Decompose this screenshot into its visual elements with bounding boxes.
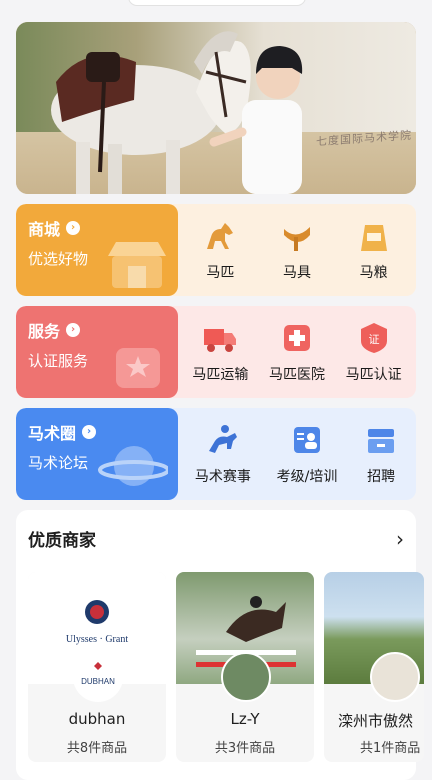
feed-bag-icon	[356, 218, 392, 254]
training-icon	[289, 422, 325, 458]
badge-icon	[116, 348, 160, 388]
banner-scene	[51, 31, 303, 194]
category-label: 马粮	[359, 265, 388, 281]
service-title: 服务	[28, 322, 61, 341]
recruit-icon	[363, 422, 399, 458]
merchants-header: 优质商家 ›	[28, 526, 404, 552]
category-tack[interactable]: 马具	[279, 218, 315, 282]
merchant-product-count: 共8件商品	[66, 741, 128, 756]
shop-subtitle: 优选好物	[28, 250, 89, 268]
merchant-name: Lz-Y	[230, 710, 260, 728]
featured-merchants: 优质商家 › Ulysses · Grant DUBHAN dubhan 共8件…	[16, 510, 424, 780]
shop-card[interactable]: 商城 › 优选好物	[16, 204, 178, 296]
forum-recruit[interactable]: 招聘	[363, 422, 399, 486]
forum-training[interactable]: 考级/培训	[276, 422, 338, 486]
chevron-right-icon: ›	[82, 425, 97, 439]
merchant-card[interactable]: Ulysses · Grant DUBHAN dubhan 共8件商品	[28, 572, 166, 762]
shop-title: 商城	[28, 220, 61, 239]
service-label: 马匹认证	[345, 367, 402, 383]
search-bar-edge[interactable]	[128, 0, 306, 6]
forum-label: 马术赛事	[194, 469, 251, 485]
merchant-logo-text: DUBHAN	[81, 677, 115, 686]
forum-label: 考级/培训	[276, 469, 338, 485]
store-icon	[108, 242, 166, 288]
horse-icon	[202, 218, 238, 254]
service-card[interactable]: 服务 › 认证服务	[16, 306, 178, 398]
forum-section: 马术圈 › 马术论坛 马术赛事 考级/培训 招聘	[16, 408, 416, 500]
chevron-right-icon[interactable]: ›	[396, 527, 404, 551]
shop-items: 马匹 马具 马粮	[178, 204, 416, 296]
category-feed[interactable]: 马粮	[356, 218, 392, 282]
category-label: 马具	[282, 265, 311, 281]
forum-items: 马术赛事 考级/培训 招聘	[178, 408, 416, 500]
truck-icon	[202, 320, 238, 356]
hospital-icon	[279, 320, 315, 356]
service-items: 马匹运输 马匹医院 证 马匹认证	[178, 306, 416, 398]
svg-text:证: 证	[368, 333, 379, 346]
merchants-title: 优质商家	[28, 531, 96, 551]
merchant-avatar	[370, 652, 420, 702]
category-label: 马匹	[206, 265, 235, 281]
forum-card[interactable]: 马术圈 › 马术论坛	[16, 408, 178, 500]
merchant-name: 滦州市傲然	[338, 712, 414, 730]
merchant-brand-text: Ulysses · Grant	[66, 634, 128, 645]
service-hospital[interactable]: 马匹医院	[269, 320, 325, 384]
merchant-avatar: DUBHAN	[73, 652, 123, 702]
merchant-avatar	[221, 652, 271, 702]
service-label: 马匹运输	[192, 367, 249, 383]
service-title-row: 服务 ›	[28, 318, 81, 342]
category-horse[interactable]: 马匹	[202, 218, 238, 282]
forum-label: 招聘	[367, 469, 396, 485]
chevron-right-icon: ›	[66, 323, 81, 337]
saddle-icon	[279, 218, 315, 254]
forum-events[interactable]: 马术赛事	[195, 422, 251, 486]
service-section: 服务 › 认证服务 马匹运输 马匹医院 证 马匹认证	[16, 306, 416, 398]
planet-icon	[98, 446, 168, 486]
merchant-product-count: 共1件商品	[360, 741, 421, 756]
forum-title: 马术圈	[28, 424, 77, 443]
service-label: 马匹医院	[268, 367, 325, 383]
shop-title-row: 商城 ›	[28, 216, 81, 240]
service-subtitle: 认证服务	[28, 352, 89, 370]
merchant-card[interactable]: 滦州市傲然 共1件商品	[324, 572, 424, 762]
service-transport[interactable]: 马匹运输	[192, 320, 248, 384]
chevron-right-icon: ›	[66, 221, 81, 235]
rider-icon	[205, 422, 241, 458]
service-certification[interactable]: 证 马匹认证	[346, 320, 402, 384]
promo-banner[interactable]: 七度国际马术学院	[16, 22, 416, 194]
merchant-card[interactable]: Lz-Y 共3件商品	[176, 572, 314, 762]
forum-title-row: 马术圈 ›	[28, 420, 97, 444]
certification-icon: 证	[356, 320, 392, 356]
merchant-product-count: 共3件商品	[214, 741, 276, 756]
shop-section: 商城 › 优选好物 马匹 马具 马粮	[16, 204, 416, 296]
merchant-name: dubhan	[68, 710, 126, 728]
forum-subtitle: 马术论坛	[28, 454, 89, 472]
